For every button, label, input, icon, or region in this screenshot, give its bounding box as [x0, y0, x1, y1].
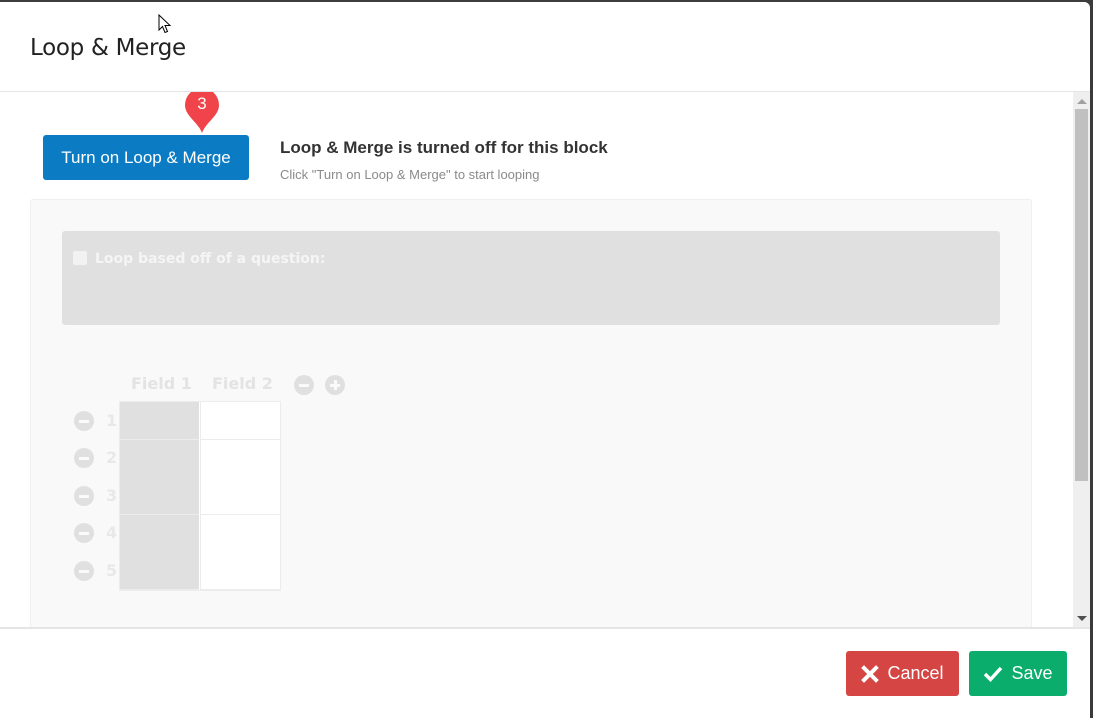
remove-row-3-button[interactable] — [74, 486, 94, 506]
field-2-cell[interactable] — [200, 515, 280, 553]
remove-row-5-button[interactable] — [74, 561, 94, 581]
field-2-cell[interactable] — [200, 477, 280, 515]
row-number: 2 — [106, 448, 118, 467]
scroll-down-arrow-icon[interactable] — [1077, 616, 1087, 621]
row-number: 5 — [106, 561, 118, 580]
field-1-cell[interactable] — [120, 552, 199, 590]
field-2-cell[interactable] — [200, 402, 280, 440]
modal-title: Loop & Merge — [30, 35, 186, 61]
field-1-cell[interactable] — [120, 440, 199, 478]
scroll-up-arrow-icon[interactable] — [1077, 99, 1087, 104]
loop-settings-panel: Loop based off of a question: Field 1 Fi… — [30, 199, 1032, 627]
remove-row-4-button[interactable] — [74, 523, 94, 543]
field-1-header: Field 1 — [131, 374, 192, 393]
row-number: 4 — [106, 523, 118, 542]
row-number: 1 — [106, 411, 118, 430]
status-subtitle: Click "Turn on Loop & Merge" to start lo… — [280, 167, 540, 182]
remove-row-2-button[interactable] — [74, 448, 94, 468]
save-button[interactable]: Save — [969, 651, 1067, 696]
cancel-button[interactable]: Cancel — [846, 651, 959, 696]
field-1-cell[interactable] — [120, 477, 199, 515]
loop-question-label: Loop based off of a question: — [95, 251, 326, 267]
checkmark-icon — [984, 666, 1003, 682]
remove-row-1-button[interactable] — [74, 411, 94, 431]
loop-merge-modal: Loop & Merge Turn on Loop & Merge 3 Loop… — [0, 2, 1090, 718]
step-callout-marker: 3 — [184, 92, 220, 134]
save-label: Save — [1011, 663, 1053, 683]
scrollbar-thumb[interactable] — [1075, 109, 1088, 481]
field-1-cell[interactable] — [120, 402, 199, 440]
close-icon — [861, 664, 880, 683]
cancel-label: Cancel — [887, 663, 944, 683]
vertical-scrollbar[interactable] — [1073, 92, 1090, 627]
row-number: 3 — [106, 486, 118, 505]
field-1-cell[interactable] — [120, 515, 199, 553]
status-title: Loop & Merge is turned off for this bloc… — [280, 138, 608, 157]
field-2-header: Field 2 — [212, 374, 273, 393]
callout-number: 3 — [197, 94, 207, 113]
modal-footer: Cancel Save — [0, 627, 1090, 718]
modal-body: Turn on Loop & Merge 3 Loop & Merge is t… — [0, 92, 1090, 627]
loop-fields-grid — [119, 401, 281, 591]
mouse-cursor-icon — [158, 14, 172, 34]
turn-on-loop-merge-button[interactable]: Turn on Loop & Merge — [43, 135, 249, 180]
field-2-cell[interactable] — [200, 552, 280, 590]
add-column-button[interactable] — [325, 375, 345, 395]
field-2-cell[interactable] — [200, 440, 280, 478]
loop-question-checkbox[interactable] — [73, 251, 87, 265]
remove-column-button[interactable] — [294, 375, 314, 395]
loop-question-section: Loop based off of a question: — [62, 231, 1000, 325]
